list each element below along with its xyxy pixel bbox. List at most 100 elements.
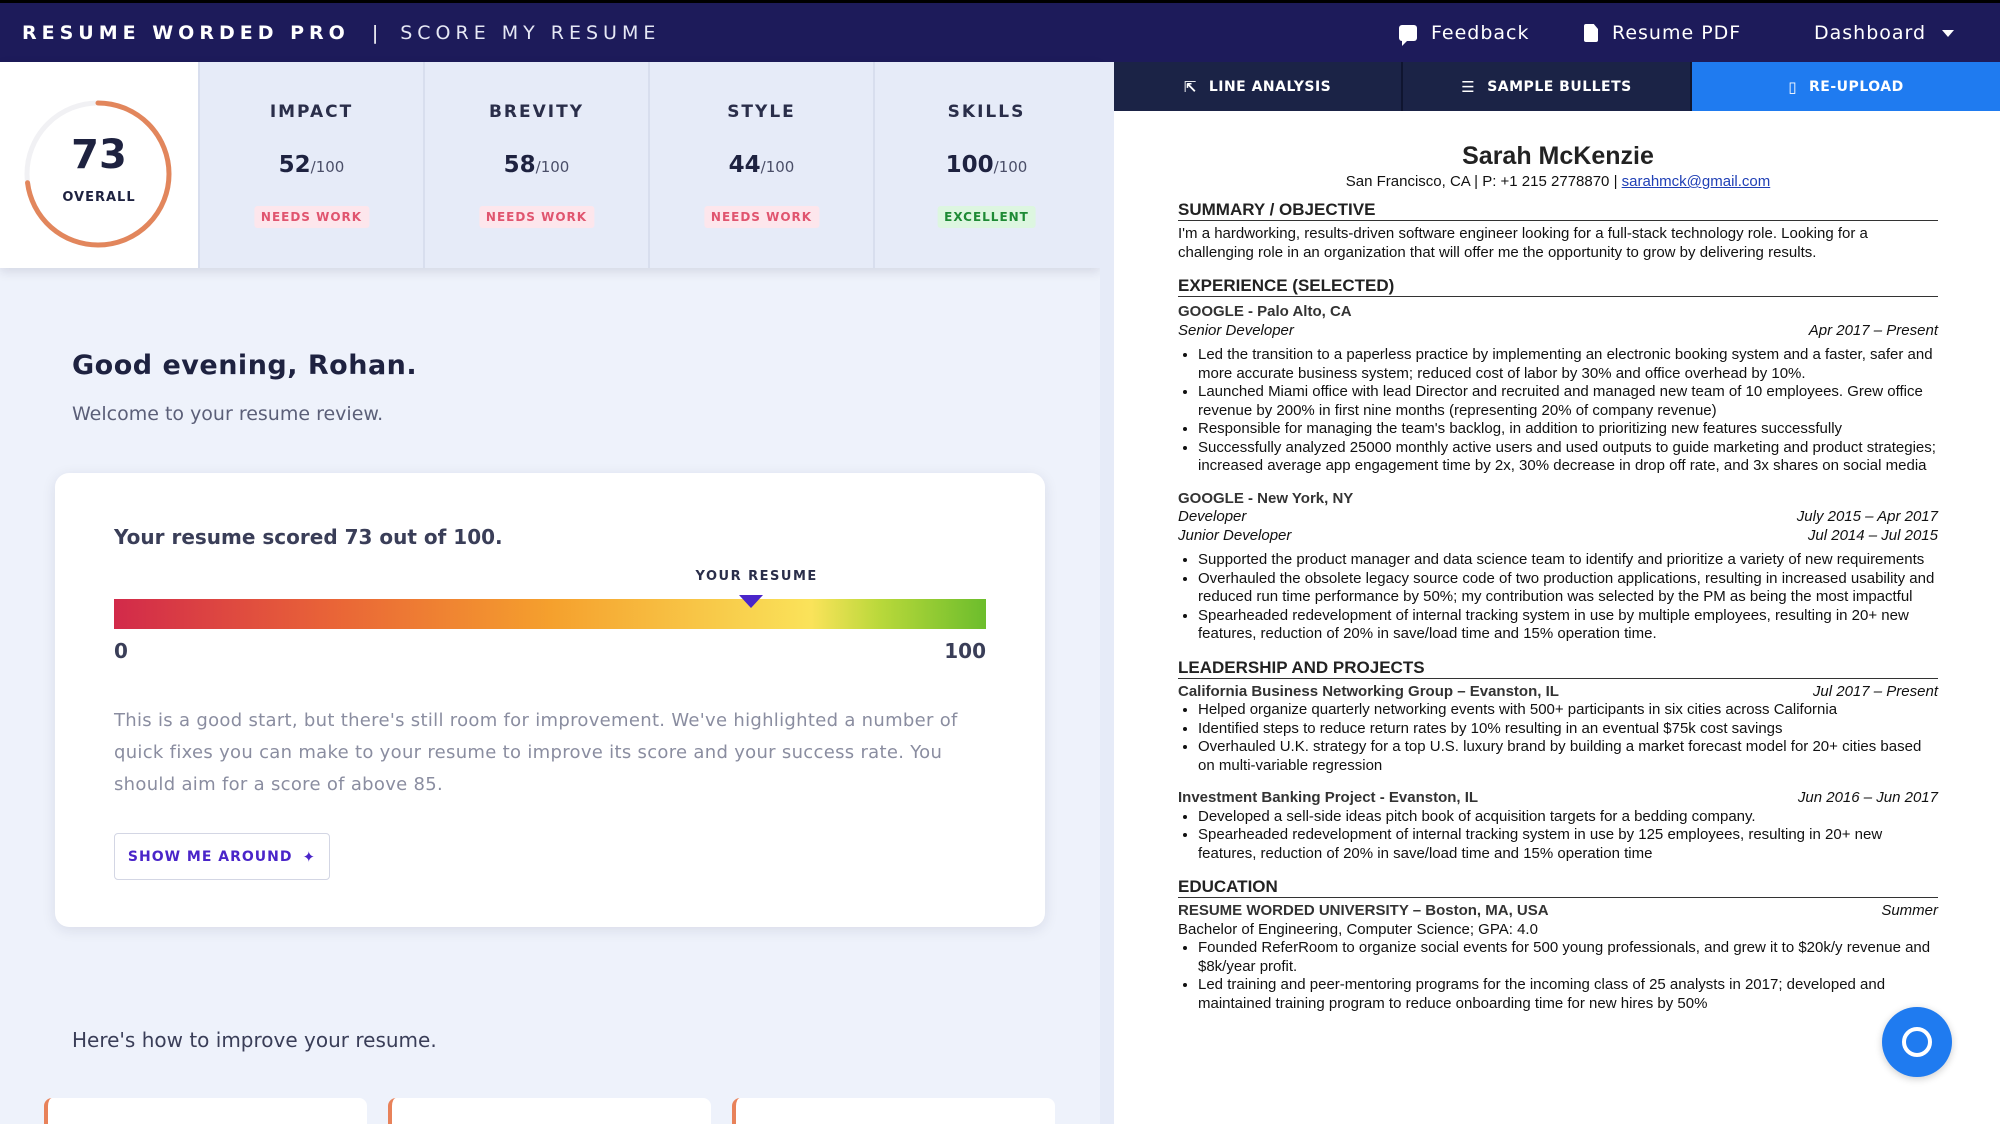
section-heading: SUMMARY / OBJECTIVE: [1178, 200, 1938, 221]
metric-skills[interactable]: SKILLS 100/100 EXCELLENT: [873, 62, 1098, 268]
section-heading: LEADERSHIP AND PROJECTS: [1178, 658, 1938, 679]
scale-max: 100: [944, 639, 986, 663]
brand-separator: |: [371, 22, 379, 44]
section-heading: EXPERIENCE (SELECTED): [1178, 276, 1938, 297]
bullet-list: Developed a sell-side ideas pitch book o…: [1198, 808, 1938, 864]
status-badge: NEEDS WORK: [253, 206, 370, 228]
resume-bullet[interactable]: Launched Miami office with lead Director…: [1198, 383, 1938, 420]
score-marker-icon: [738, 595, 763, 608]
resume-bullet[interactable]: Developed a sell-side ideas pitch book o…: [1198, 808, 1938, 827]
resume-bullet[interactable]: Led training and peer-mentoring programs…: [1198, 976, 1938, 1013]
brand[interactable]: RESUME WORDED PRO | SCORE MY RESUME: [22, 22, 660, 44]
metric-score: 100/100: [945, 152, 1028, 178]
resume-bullet[interactable]: Responsible for managing the team's back…: [1198, 420, 1938, 439]
job-header: GOOGLE - Palo Alto, CA: [1178, 303, 1352, 320]
improve-heading: Here's how to improve your resume.: [72, 1028, 437, 1052]
show-me-around-button[interactable]: SHOW ME AROUND ✦: [114, 833, 330, 880]
metric-score: 58/100: [503, 152, 570, 178]
metric-brevity[interactable]: BREVITY 58/100 NEEDS WORK: [423, 62, 648, 268]
metric-name: SKILLS: [947, 102, 1026, 122]
bullet-list: Supported the product manager and data s…: [1198, 551, 1938, 644]
resume-bullet[interactable]: Identified steps to reduce return rates …: [1198, 720, 1938, 739]
metric-impact[interactable]: IMPACT 52/100 NEEDS WORK: [198, 62, 423, 268]
resume-bullet[interactable]: Overhauled U.K. strategy for a top U.S. …: [1198, 738, 1938, 775]
resume-panel: ⇱ LINE ANALYSIS ☰ SAMPLE BULLETS ▯ RE-UP…: [1114, 62, 2000, 1124]
section-heading: EDUCATION: [1178, 877, 1938, 898]
chevron-down-icon: [1942, 29, 1955, 37]
greeting: Good evening, Rohan.: [72, 350, 418, 381]
score-card-body: This is a good start, but there's still …: [114, 710, 958, 795]
education-degree: Bachelor of Engineering, Computer Scienc…: [1178, 920, 1538, 938]
metric-name: STYLE: [727, 102, 796, 122]
metric-name: IMPACT: [269, 102, 354, 122]
metric-score: 44/100: [728, 152, 795, 178]
bullet-list: Helped organize quarterly networking eve…: [1198, 701, 1938, 775]
dashboard-dropdown[interactable]: Dashboard: [1814, 22, 1955, 44]
show-me-around-label: SHOW ME AROUND: [127, 848, 293, 865]
magic-wand-icon: ✦: [302, 847, 317, 866]
resume-summary[interactable]: I'm a hardworking, results-driven softwa…: [1178, 225, 1938, 262]
score-card: Your resume scored 73 out of 100. YOUR R…: [55, 473, 1045, 927]
status-badge: NEEDS WORK: [703, 206, 820, 228]
upload-lines-icon: ⇱: [1183, 77, 1197, 96]
resume-bullet[interactable]: Led the transition to a paperless practi…: [1198, 346, 1938, 383]
dashboard-label: Dashboard: [1814, 22, 1927, 44]
brand-name: RESUME WORDED PRO: [22, 22, 350, 44]
list-icon: ☰: [1461, 77, 1476, 96]
email-link[interactable]: sarahmck@gmail.com: [1622, 173, 1771, 190]
feedback-link[interactable]: Feedback: [1399, 22, 1530, 46]
top-nav-bar: RESUME WORDED PRO | SCORE MY RESUME Feedba…: [0, 0, 2000, 62]
education-header: RESUME WORDED UNIVERSITY – Boston, MA, U…: [1178, 902, 1938, 919]
tab-reupload[interactable]: ▯ RE-UPLOAD: [1692, 62, 2000, 111]
resume-bullet[interactable]: Spearheaded redevelopment of internal tr…: [1198, 607, 1938, 644]
metric-style[interactable]: STYLE 44/100 NEEDS WORK: [648, 62, 873, 268]
project-header: California Business Networking Group – E…: [1178, 682, 1938, 700]
resume-bullet[interactable]: Helped organize quarterly networking eve…: [1198, 701, 1938, 720]
file-icon: ▯: [1788, 77, 1798, 96]
project-header: Investment Banking Project - Evanston, I…: [1178, 789, 1938, 806]
job-title-row: Senior Developer Apr 2017 – Present: [1178, 321, 1938, 339]
file-pdf-icon: [1584, 24, 1598, 42]
tab-label: RE-UPLOAD: [1809, 78, 1904, 95]
improvement-card[interactable]: [732, 1098, 1055, 1124]
metric-score: 52/100: [278, 152, 345, 178]
chat-support-button[interactable]: [1882, 1007, 1952, 1077]
your-resume-label: YOUR RESUME: [695, 569, 818, 584]
status-badge: EXCELLENT: [937, 206, 1036, 228]
score-gradient-bar: [114, 599, 986, 629]
resume-bullet[interactable]: Successfully analyzed 25000 monthly acti…: [1198, 439, 1938, 476]
metric-name: BREVITY: [488, 102, 585, 122]
improvement-card[interactable]: [388, 1098, 711, 1124]
resume-pdf-label: Resume PDF: [1612, 22, 1742, 44]
overall-score-value: 73: [71, 132, 127, 178]
resume-document: Sarah McKenzie San Francisco, CA | P: +1…: [1178, 142, 1938, 1013]
score-card-title: Your resume scored 73 out of 100.: [114, 525, 503, 549]
resume-bullet[interactable]: Overhauled the obsolete legacy source co…: [1198, 570, 1938, 607]
status-badge: NEEDS WORK: [478, 206, 595, 228]
tab-label: SAMPLE BULLETS: [1487, 78, 1632, 95]
overall-score-label: OVERALL: [62, 190, 136, 205]
panel-divider: [1100, 62, 1114, 1124]
resume-bullet[interactable]: Supported the product manager and data s…: [1198, 551, 1938, 570]
resume-pdf-link[interactable]: Resume PDF: [1584, 22, 1741, 44]
resume-bullet[interactable]: Spearheaded redevelopment of internal tr…: [1198, 826, 1938, 863]
job-title-row: Junior Developer Jul 2014 – Jul 2015: [1178, 526, 1938, 544]
bullet-list: Founded ReferRoom to organize social eve…: [1198, 939, 1938, 1013]
tab-label: LINE ANALYSIS: [1208, 78, 1332, 95]
job-header: GOOGLE - New York, NY: [1178, 489, 1354, 507]
overall-score: 73 OVERALL: [0, 62, 198, 268]
score-summary: 73 OVERALL IMPACT 52/100 NEEDS WORK BREV…: [0, 62, 1100, 268]
resume-name: Sarah McKenzie: [1462, 142, 1654, 170]
bullet-list: Led the transition to a paperless practi…: [1198, 346, 1938, 476]
tab-line-analysis[interactable]: ⇱ LINE ANALYSIS: [1114, 62, 1403, 111]
resume-tabs: ⇱ LINE ANALYSIS ☰ SAMPLE BULLETS ▯ RE-UP…: [1114, 62, 2000, 111]
chat-support-icon: [1902, 1027, 1932, 1057]
section-title: SCORE MY RESUME: [400, 22, 661, 44]
improvement-card[interactable]: [44, 1098, 367, 1124]
chat-bubble-icon: [1399, 25, 1417, 46]
tab-sample-bullets[interactable]: ☰ SAMPLE BULLETS: [1403, 62, 1692, 111]
resume-bullet[interactable]: Founded ReferRoom to organize social eve…: [1198, 939, 1938, 976]
feedback-label: Feedback: [1431, 22, 1530, 44]
welcome-text: Welcome to your resume review.: [72, 403, 384, 425]
scale-min: 0: [114, 639, 128, 663]
